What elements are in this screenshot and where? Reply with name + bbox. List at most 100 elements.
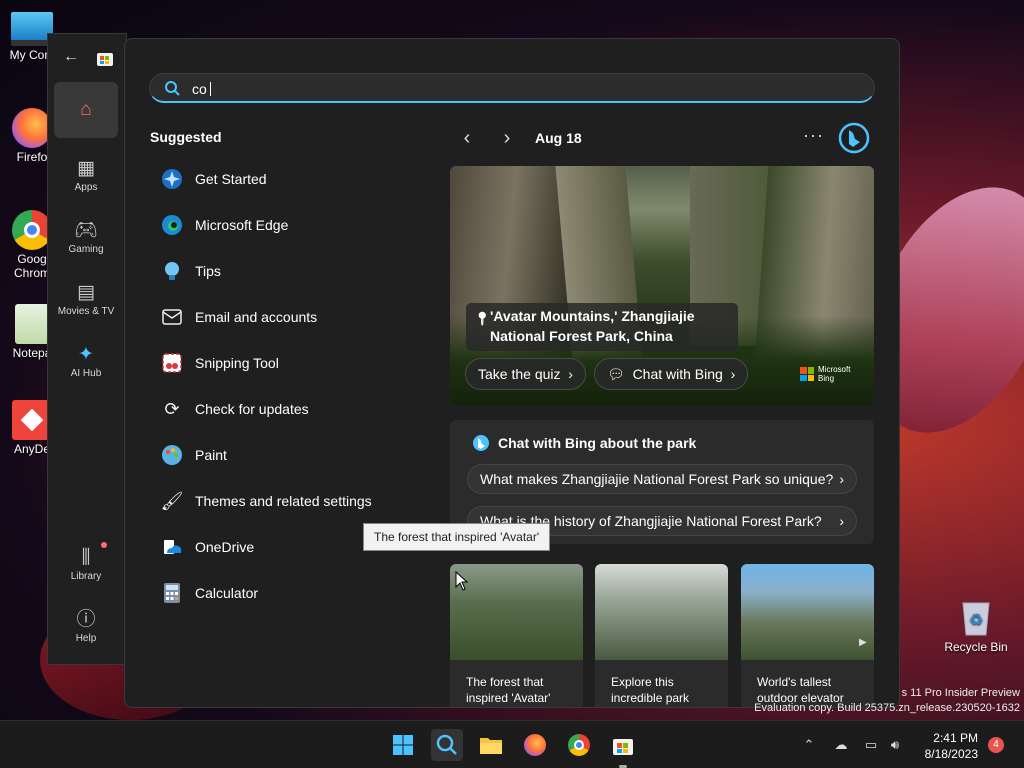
- chat-card-title-text: Chat with Bing about the park: [498, 435, 697, 451]
- suggestion-paint[interactable]: Paint: [150, 432, 430, 478]
- rail-item-movies-tv[interactable]: ▤ Movies & TV: [54, 274, 118, 330]
- suggestion-get-started[interactable]: Get Started: [150, 156, 430, 202]
- highlights-date: Aug 18: [535, 130, 582, 146]
- system-clock[interactable]: 2:41 PM 8/18/2023: [918, 730, 978, 762]
- chevron-right-icon[interactable]: ›: [495, 127, 519, 151]
- volume-icon[interactable]: 🔊︎: [886, 737, 904, 753]
- hero-image-card[interactable]: 📍︎ 'Avatar Mountains,' Zhangjiajie Natio…: [450, 166, 874, 406]
- clapperboard-icon: ▤: [77, 282, 95, 303]
- chevron-left-icon[interactable]: ‹: [455, 127, 479, 151]
- suggestion-label: Get Started: [195, 171, 267, 187]
- hero-caption-line: 'Avatar Mountains,' Zhangjiajie: [490, 308, 695, 324]
- rail-item-gaming[interactable]: 🎮︎ Gaming: [54, 212, 118, 268]
- brand-text: Microsoft: [818, 365, 851, 374]
- search-panel: Suggested Get Started Microsoft Edge Tip…: [124, 38, 900, 708]
- rail-item-label: Library: [70, 571, 102, 582]
- chat-card-title: Chat with Bing about the park: [472, 434, 696, 452]
- suggestion-microsoft-edge[interactable]: Microsoft Edge: [150, 202, 430, 248]
- network-icon[interactable]: ▭: [862, 737, 880, 753]
- thumbnail-caption: Explore this: [611, 675, 674, 689]
- back-arrow-icon[interactable]: ←: [62, 48, 80, 66]
- watermark-line: s 11 Pro Insider Preview: [901, 687, 1020, 699]
- search-input[interactable]: [192, 79, 832, 99]
- suggestion-label: Tips: [195, 263, 221, 279]
- rail-item-home[interactable]: ⌂: [54, 82, 118, 138]
- firefox-taskbar-icon[interactable]: [519, 729, 551, 761]
- store-icon: [96, 49, 114, 67]
- suggestion-tips[interactable]: Tips: [150, 248, 430, 294]
- file-explorer-icon[interactable]: [475, 729, 507, 761]
- gamepad-icon: 🎮︎: [73, 220, 99, 241]
- watermark-line: Evaluation copy. Build 25375.zn_release.…: [754, 702, 1020, 714]
- bing-chat-icon[interactable]: [838, 122, 870, 154]
- rail-item-help[interactable]: ⓘ Help: [54, 601, 118, 657]
- location-pin-icon: 📍︎: [474, 311, 491, 326]
- thumbnail-caption: incredible park: [611, 691, 690, 705]
- suggestion-label: Microsoft Edge: [195, 217, 289, 233]
- tips-icon: [160, 259, 184, 283]
- edge-icon: [160, 213, 184, 237]
- chevron-right-icon: ›: [726, 366, 736, 382]
- text-caret: [210, 82, 211, 96]
- take-quiz-button[interactable]: Take the quiz ›: [465, 358, 586, 390]
- chevron-right-icon: ›: [839, 513, 844, 529]
- chevron-up-icon[interactable]: ⌃: [800, 737, 818, 753]
- thumbnail-card[interactable]: Explore this incredible park: [595, 564, 728, 707]
- rail-item-ai-hub[interactable]: ✦ AI Hub: [54, 336, 118, 392]
- rail-item-label: Movies & TV: [57, 306, 115, 317]
- firefox-icon: [12, 108, 52, 148]
- library-icon: ⫼: [81, 547, 91, 568]
- taskbar-search-icon[interactable]: [431, 729, 463, 761]
- chat-question-button[interactable]: What makes Zhangjiajie National Forest P…: [467, 464, 857, 494]
- tooltip: The forest that inspired 'Avatar': [363, 523, 551, 551]
- thumbnail-caption: inspired 'Avatar': [466, 691, 551, 705]
- chat-with-bing-label: Chat with Bing: [632, 366, 723, 382]
- rail-item-library[interactable]: ⫼ Library: [54, 539, 118, 595]
- suggestion-label: Paint: [195, 447, 227, 463]
- update-badge: [101, 542, 107, 548]
- rail-item-apps[interactable]: ▦ Apps: [54, 150, 118, 206]
- suggestion-snipping-tool[interactable]: Snipping Tool: [150, 340, 430, 386]
- clock-time: 2:41 PM: [933, 731, 978, 745]
- notification-badge[interactable]: 4: [988, 737, 1004, 753]
- chrome-icon: [12, 210, 52, 250]
- suggestion-label: OneDrive: [195, 539, 255, 555]
- suggested-heading: Suggested: [150, 129, 222, 145]
- windows-start-icon[interactable]: [387, 729, 419, 761]
- more-options-button[interactable]: ···: [803, 125, 824, 146]
- mail-icon: [160, 305, 184, 329]
- chevron-right-icon: ›: [839, 471, 844, 487]
- suggestion-calculator[interactable]: Calculator: [150, 570, 430, 616]
- thumbnail-image: [450, 564, 583, 660]
- desktop-icon-label: Recycle Bin: [944, 640, 1008, 654]
- home-icon: ⌂: [80, 99, 92, 120]
- suggestion-label: Calculator: [195, 585, 259, 601]
- rail-item-label: Help: [75, 633, 97, 644]
- os-watermark: s 11 Pro Insider Preview Evaluation copy…: [744, 686, 1020, 716]
- hero-caption: 📍︎ 'Avatar Mountains,' Zhangjiajie Natio…: [466, 303, 738, 351]
- apps-icon: ▦: [77, 158, 95, 179]
- store-taskbar-icon[interactable]: [607, 729, 639, 761]
- refresh-icon: ⟳: [164, 398, 180, 419]
- search-box[interactable]: [149, 73, 875, 103]
- thumbnail-card[interactable]: The forest that inspired 'Avatar': [450, 564, 583, 707]
- suggestion-email-accounts[interactable]: Email and accounts: [150, 294, 430, 340]
- suggestion-label: Check for updates: [195, 401, 309, 417]
- rail-item-label: Gaming: [68, 244, 104, 255]
- chrome-taskbar-icon[interactable]: [563, 729, 595, 761]
- suggestion-check-updates[interactable]: ⟳ Check for updates: [150, 386, 430, 432]
- chevron-right-icon: ›: [564, 366, 573, 382]
- svg-text:♻: ♻: [969, 612, 983, 629]
- suggestion-themes-settings[interactable]: 🖌︎ Themes and related settings: [150, 478, 430, 524]
- brand-text: Bing: [818, 374, 835, 383]
- recycle-bin-icon: ♻: [962, 602, 990, 636]
- chat-with-bing-button[interactable]: 💬︎ Chat with Bing ›: [594, 358, 749, 390]
- anydesk-icon: [12, 400, 52, 440]
- calculator-icon: [160, 581, 184, 605]
- suggestion-label: Email and accounts: [195, 309, 318, 325]
- cloud-offline-icon[interactable]: ☁: [832, 737, 850, 753]
- chat-bubble-icon: 💬︎: [607, 366, 629, 382]
- desktop-icon-recycle-bin[interactable]: ♻ Recycle Bin: [941, 597, 1011, 654]
- clock-date: 8/18/2023: [924, 747, 978, 761]
- scroll-right-icon[interactable]: ▶: [859, 637, 867, 648]
